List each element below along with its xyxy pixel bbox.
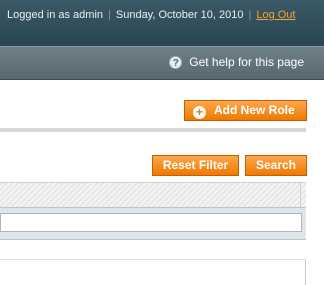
add-new-role-button[interactable]: + Add New Role bbox=[184, 100, 307, 121]
header-user-info: Logged in as admin | Sunday, October 10, 2… bbox=[7, 9, 295, 21]
header-separator: | bbox=[248, 9, 252, 21]
header-date: Sunday, October 10, 2010 bbox=[115, 9, 244, 21]
grid-header-row bbox=[0, 182, 306, 209]
roles-grid bbox=[0, 182, 306, 285]
page-header: Logged in as admin | Sunday, October 10, 2… bbox=[0, 0, 324, 46]
help-link[interactable]: ? Get help for this page bbox=[169, 55, 304, 69]
help-link-label: Get help for this page bbox=[189, 55, 304, 69]
table-row bbox=[0, 240, 306, 260]
plus-icon: + bbox=[193, 106, 206, 119]
header-separator: | bbox=[108, 9, 111, 21]
search-button[interactable]: Search bbox=[245, 155, 307, 176]
filter-input[interactable] bbox=[0, 213, 302, 232]
add-new-role-label: Add New Role bbox=[214, 103, 295, 117]
reset-filter-button[interactable]: Reset Filter bbox=[152, 155, 239, 176]
logged-in-text: Logged in as admin bbox=[7, 9, 104, 21]
logout-link[interactable]: Log Out bbox=[256, 9, 295, 21]
help-icon: ? bbox=[169, 55, 183, 69]
grid-header-cell bbox=[300, 183, 306, 209]
navigation-bar: ? Get help for this page bbox=[0, 46, 324, 80]
grid-filter-row bbox=[0, 208, 306, 240]
section-divider bbox=[0, 128, 306, 132]
